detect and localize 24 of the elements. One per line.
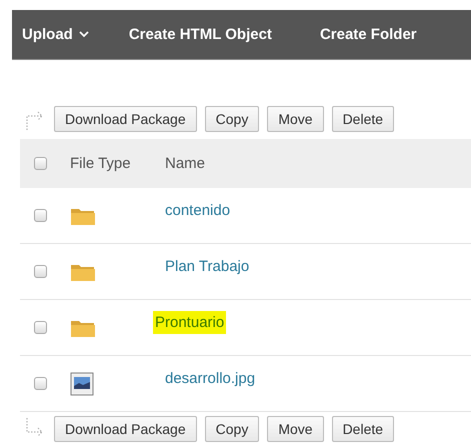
row-checkbox[interactable] — [34, 209, 46, 222]
toolbar-button[interactable]: Create HTML Object — [118, 26, 282, 43]
column-header: File Type — [70, 155, 131, 172]
action-button[interactable]: Download Package — [54, 416, 197, 442]
toolbar-button[interactable]: Create Folder — [310, 26, 427, 43]
menu-button[interactable]: Upload — [12, 26, 99, 43]
column-header: Name — [165, 155, 206, 172]
action-button[interactable]: Move — [267, 106, 324, 132]
action-button[interactable]: Move — [267, 416, 324, 442]
image-icon — [70, 372, 94, 396]
file-link[interactable]: contenido — [165, 202, 230, 219]
row-checkbox[interactable] — [34, 321, 46, 334]
file-link[interactable]: Plan Trabajo — [165, 258, 250, 275]
row-checkbox[interactable] — [34, 377, 46, 390]
action-button[interactable]: Copy — [204, 106, 260, 132]
chevron-down-icon — [78, 31, 89, 38]
select-all-checkbox[interactable] — [34, 157, 46, 170]
file-link[interactable]: desarrollo.jpg — [165, 370, 256, 387]
action-button[interactable]: Delete — [332, 106, 394, 132]
action-button[interactable]: Delete — [332, 416, 394, 442]
file-link[interactable]: Prontuario — [153, 311, 226, 334]
action-button[interactable]: Download Package — [54, 106, 197, 132]
action-button[interactable]: Copy — [204, 416, 260, 442]
row-checkbox[interactable] — [34, 265, 46, 278]
